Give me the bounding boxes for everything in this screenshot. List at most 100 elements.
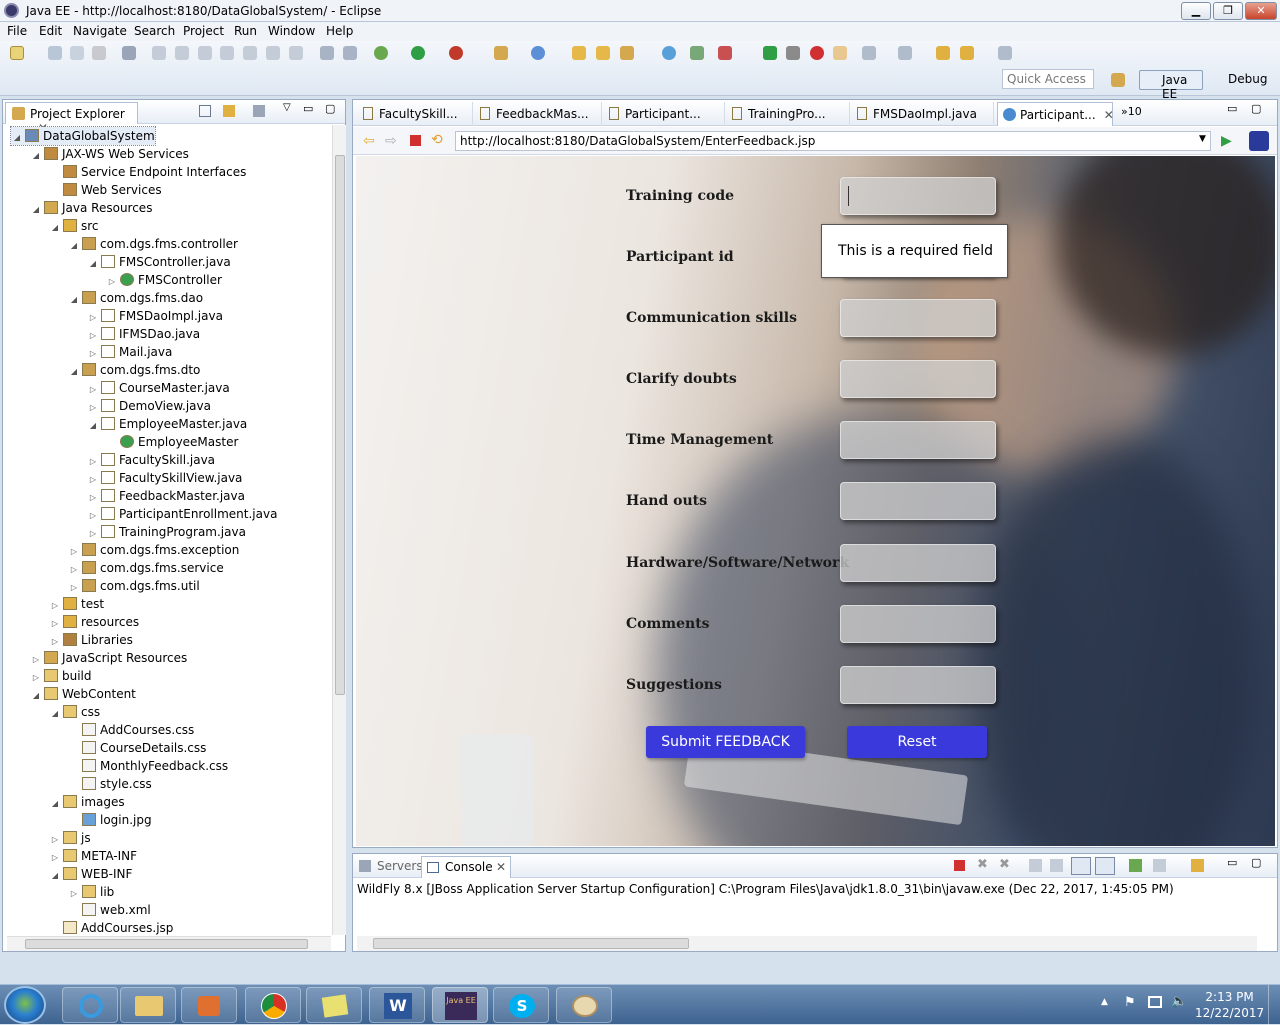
training-code-input[interactable] xyxy=(840,177,996,215)
communication-skills-input[interactable] xyxy=(840,299,996,337)
tree-item[interactable]: ◢ Java Resources xyxy=(30,199,152,217)
taskbar-eclipse-icon[interactable]: Java EE xyxy=(432,987,488,1023)
tree-item[interactable]: ▷ FMSDaoImpl.java xyxy=(87,307,223,325)
step-into-icon[interactable] xyxy=(243,46,257,60)
prev-annotation-icon[interactable] xyxy=(898,46,912,60)
tree-twisty-icon[interactable]: ◢ xyxy=(68,291,80,309)
tree-item[interactable]: ▷ META-INF xyxy=(49,847,137,865)
tree-twisty-icon[interactable]: ◢ xyxy=(49,867,61,885)
tab-servers[interactable]: Servers xyxy=(377,859,423,873)
disconnect-icon[interactable] xyxy=(220,46,234,60)
suggestions-input[interactable] xyxy=(840,666,996,704)
menu-edit[interactable]: Edit xyxy=(39,24,62,38)
tree-item[interactable]: ◢ images xyxy=(49,793,125,811)
next-annotation-icon[interactable] xyxy=(862,46,876,60)
tree-item[interactable]: ◢ WEB-INF xyxy=(49,865,132,883)
taskbar-word-icon[interactable]: W xyxy=(369,987,425,1023)
quick-access-input[interactable]: Quick Access xyxy=(1002,69,1094,89)
tree-twisty-icon[interactable]: ◢ xyxy=(49,705,61,723)
menu-window[interactable]: Window xyxy=(268,24,315,38)
tree-item[interactable]: ▷ FeedbackMaster.java xyxy=(87,487,245,505)
display-console-icon[interactable] xyxy=(1153,859,1166,872)
submit-feedback-button[interactable]: Submit FEEDBACK xyxy=(646,726,805,758)
filter-icon[interactable] xyxy=(253,105,265,117)
print-icon[interactable] xyxy=(92,46,106,60)
menu-project[interactable]: Project xyxy=(183,24,224,38)
tree-item[interactable]: ◢ css xyxy=(49,703,100,721)
pin-console-icon[interactable] xyxy=(1129,859,1142,872)
view-menu-icon[interactable]: ▽ xyxy=(283,102,291,113)
network-icon[interactable] xyxy=(1148,996,1162,1008)
tree-item[interactable]: style.css xyxy=(68,775,152,793)
show-desktop-button[interactable] xyxy=(1268,985,1280,1025)
taskbar-skype-icon[interactable]: S xyxy=(493,987,549,1023)
tree-item[interactable]: ◢ DataGlobalSystem xyxy=(10,126,156,146)
hand-icon[interactable] xyxy=(833,46,847,60)
show-hidden-icons-icon[interactable]: ▲ xyxy=(1101,997,1108,1007)
tree-item[interactable]: ▷ Mail.java xyxy=(87,343,172,361)
console-scroll-thumb[interactable] xyxy=(373,938,689,949)
tab-project-explorer[interactable]: Project Explorer ✕ xyxy=(5,102,138,135)
hand-outs-input[interactable] xyxy=(840,482,996,520)
menu-help[interactable]: Help xyxy=(326,24,353,38)
refactor-icon[interactable] xyxy=(343,46,357,60)
step-over-icon[interactable] xyxy=(266,46,280,60)
tab-trainingprogram[interactable]: TrainingPro... xyxy=(726,102,850,126)
resume-icon[interactable] xyxy=(152,46,166,60)
forward-icon[interactable]: ⇨ xyxy=(385,133,397,149)
tree-item[interactable]: ◢ WebContent xyxy=(30,685,136,703)
url-dropdown-icon[interactable]: ▼ xyxy=(1199,134,1206,144)
tree-item[interactable]: CourseDetails.css xyxy=(68,739,206,757)
go-icon[interactable]: ▶ xyxy=(1221,133,1232,149)
tree-twisty-icon[interactable]: ◢ xyxy=(49,219,61,237)
refresh-icon[interactable]: ⟲ xyxy=(431,132,443,148)
taskbar-chrome-icon[interactable] xyxy=(245,987,301,1023)
new-class-icon[interactable] xyxy=(531,46,545,60)
tree-item[interactable]: Web Services xyxy=(49,181,162,199)
explorer-vertical-scrollbar[interactable] xyxy=(332,125,346,935)
restore-button[interactable]: ❐ xyxy=(1213,2,1243,20)
globe-icon[interactable] xyxy=(662,46,676,60)
menu-navigate[interactable]: Navigate xyxy=(73,24,127,38)
tree-item[interactable]: ▷ com.dgs.fms.service xyxy=(68,559,224,577)
clear-console-icon[interactable] xyxy=(1029,859,1042,872)
taskbar-explorer-icon[interactable] xyxy=(120,987,176,1023)
tree-item[interactable]: login.jpg xyxy=(68,811,152,829)
tree-item[interactable]: ◢ com.dgs.fms.dto xyxy=(68,361,200,379)
taskbar-notes-icon[interactable] xyxy=(306,987,362,1023)
url-input[interactable]: http://localhost:8180/DataGlobalSystem/E… xyxy=(455,131,1211,151)
tree-item[interactable]: ▷ CourseMaster.java xyxy=(87,379,230,397)
maximize-view-icon[interactable]: ▢ xyxy=(325,102,335,115)
tree-twisty-icon[interactable]: ◢ xyxy=(68,363,80,381)
save-all-icon[interactable] xyxy=(70,46,84,60)
tree-item[interactable]: ▷ com.dgs.fms.exception xyxy=(68,541,239,559)
run-server-icon[interactable] xyxy=(449,46,463,60)
console-horizontal-scrollbar[interactable] xyxy=(357,936,1257,951)
taskbar-paint-icon[interactable] xyxy=(556,987,612,1023)
open-console-icon[interactable] xyxy=(1191,859,1204,872)
volume-icon[interactable]: 🔈 xyxy=(1171,994,1187,1009)
tree-item[interactable]: ▷ resources xyxy=(49,613,139,631)
reset-button[interactable]: Reset xyxy=(847,726,987,758)
last-edit-icon[interactable] xyxy=(936,46,950,60)
tree-item[interactable]: ▷ JavaScript Resources xyxy=(30,649,187,667)
tree-item[interactable]: ▷ build xyxy=(30,667,92,685)
suspend-icon[interactable] xyxy=(175,46,189,60)
taskbar-media-icon[interactable] xyxy=(181,987,237,1023)
minimize-view-icon[interactable]: ▭ xyxy=(1227,856,1237,869)
step-return-icon[interactable] xyxy=(289,46,303,60)
tree-twisty-icon[interactable]: ◢ xyxy=(30,687,42,705)
tree-item[interactable]: EmployeeMaster xyxy=(106,433,238,451)
tree-item[interactable]: ◢ com.dgs.fms.dao xyxy=(68,289,203,307)
tree-item[interactable]: ◢ com.dgs.fms.controller xyxy=(68,235,238,253)
stop-icon[interactable] xyxy=(810,46,824,60)
close-tab-icon[interactable]: ✕ xyxy=(496,860,506,874)
minimize-view-icon[interactable]: ▭ xyxy=(1227,102,1237,115)
browser-engine-icon[interactable] xyxy=(1249,131,1269,151)
explorer-hscroll-thumb[interactable] xyxy=(25,939,308,949)
tree-item[interactable]: AddCourses.css xyxy=(68,721,194,739)
back-icon[interactable] xyxy=(960,46,974,60)
run-last-icon[interactable] xyxy=(763,46,777,60)
open-perspective-icon[interactable] xyxy=(1111,73,1125,87)
tree-item[interactable]: ▷ TrainingProgram.java xyxy=(87,523,246,541)
